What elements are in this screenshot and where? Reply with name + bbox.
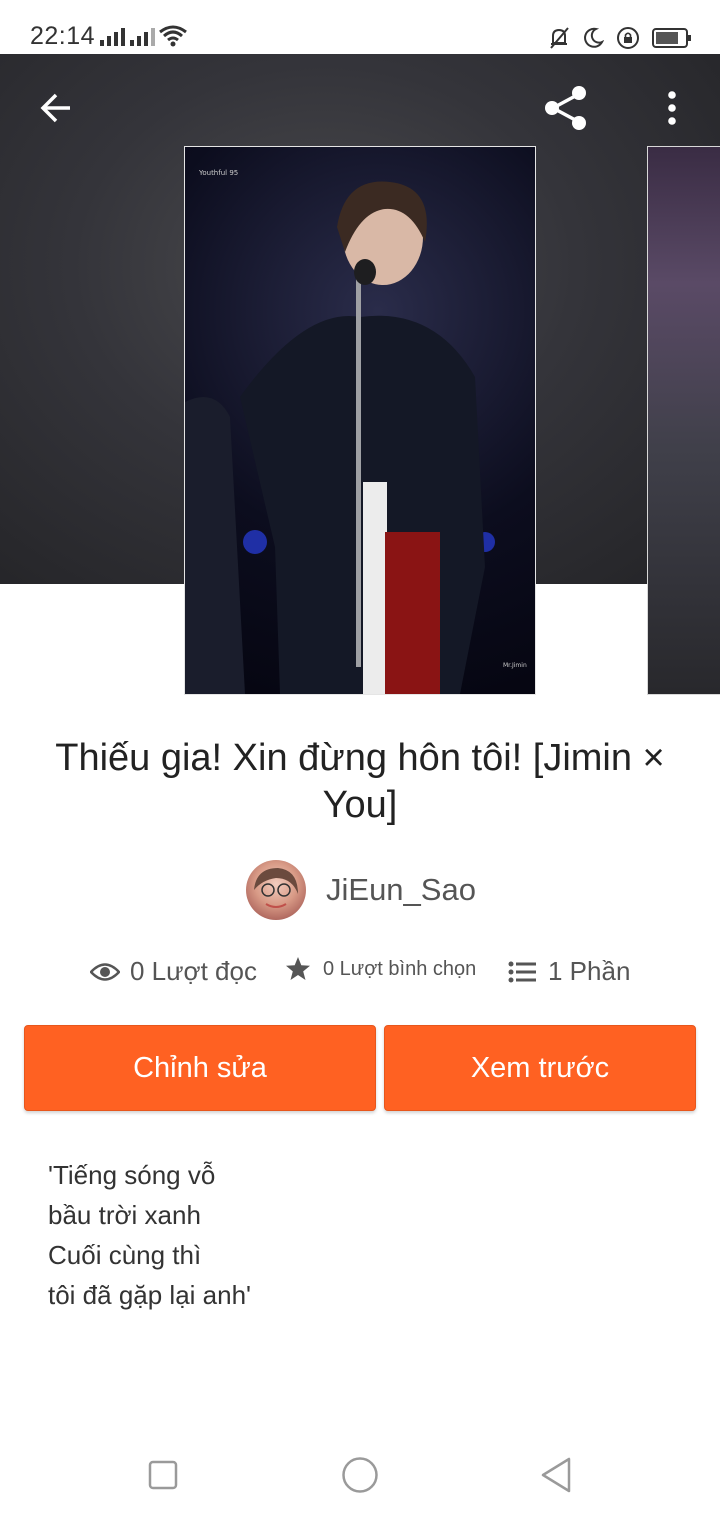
back-triangle-icon [541,1457,571,1493]
description-line: Cuối cùng thì [48,1240,202,1270]
cover-photo: Youthful 95 Mr.Jimin [185,169,527,694]
parts-stat: 1 Phần [508,956,630,987]
star-icon [286,957,310,980]
muted-bell-icon [550,27,569,49]
signal-icon [100,28,125,46]
more-options-button[interactable] [642,78,702,138]
system-nav-bar [0,1430,720,1520]
description-line: tôi đã gặp lại anh' [48,1280,252,1310]
recents-button[interactable] [138,1450,188,1500]
eye-icon [90,962,120,981]
reads-count: 0 Lượt đọc [130,956,257,986]
avatar-photo [254,868,298,908]
author-row[interactable]: JiEun_Sao [246,860,476,920]
description-line: 'Tiếng sóng vỗ [48,1160,216,1190]
status-icons-right [548,24,692,52]
list-icon [508,961,536,982]
votes-stat: 0 Lượt bình chọn [285,956,476,982]
story-cover-image[interactable]: Youthful 95 Mr.Jimin [184,146,536,695]
author-avatar[interactable] [246,860,306,920]
share-icon [545,86,586,130]
signal-icon [130,28,155,46]
recents-square-icon [148,1460,178,1490]
svg-text:Youthful 95: Youthful 95 [198,169,238,177]
story-title: Thiếu gia! Xin đừng hôn tôi! [Jimin × Yo… [55,737,665,826]
status-bar: 22:14 [0,0,720,54]
story-description: 'Tiếng sóng vỗ bầu trời xanh Cuối cùng t… [48,1155,668,1315]
story-stats: 0 Lượt đọc 0 Lượt bình chọn 1 Phần [0,956,720,996]
reads-stat: 0 Lượt đọc [90,956,257,987]
arrow-left-icon [40,93,70,123]
lock-rotation-icon [617,27,639,49]
back-nav-button[interactable] [531,1450,581,1500]
status-time: 22:14 [30,22,96,50]
wifi-icon [159,25,187,47]
next-story-cover[interactable] [647,146,720,695]
more-vertical-icon [668,91,676,125]
share-button[interactable] [536,78,596,138]
battery-icon [652,28,691,48]
votes-count: 0 Lượt bình chọn [323,957,477,980]
svg-text:Mr.Jimin: Mr.Jimin [503,662,527,669]
author-name[interactable]: JiEun_Sao [326,872,476,908]
home-circle-icon [342,1457,378,1493]
home-button[interactable] [335,1450,385,1500]
description-line: bầu trời xanh [48,1200,201,1230]
moon-icon [584,27,604,48]
back-button[interactable] [26,78,86,138]
parts-count: 1 Phần [548,956,631,986]
edit-button[interactable]: Chỉnh sửa [24,1025,376,1111]
preview-button[interactable]: Xem trước [384,1025,696,1111]
